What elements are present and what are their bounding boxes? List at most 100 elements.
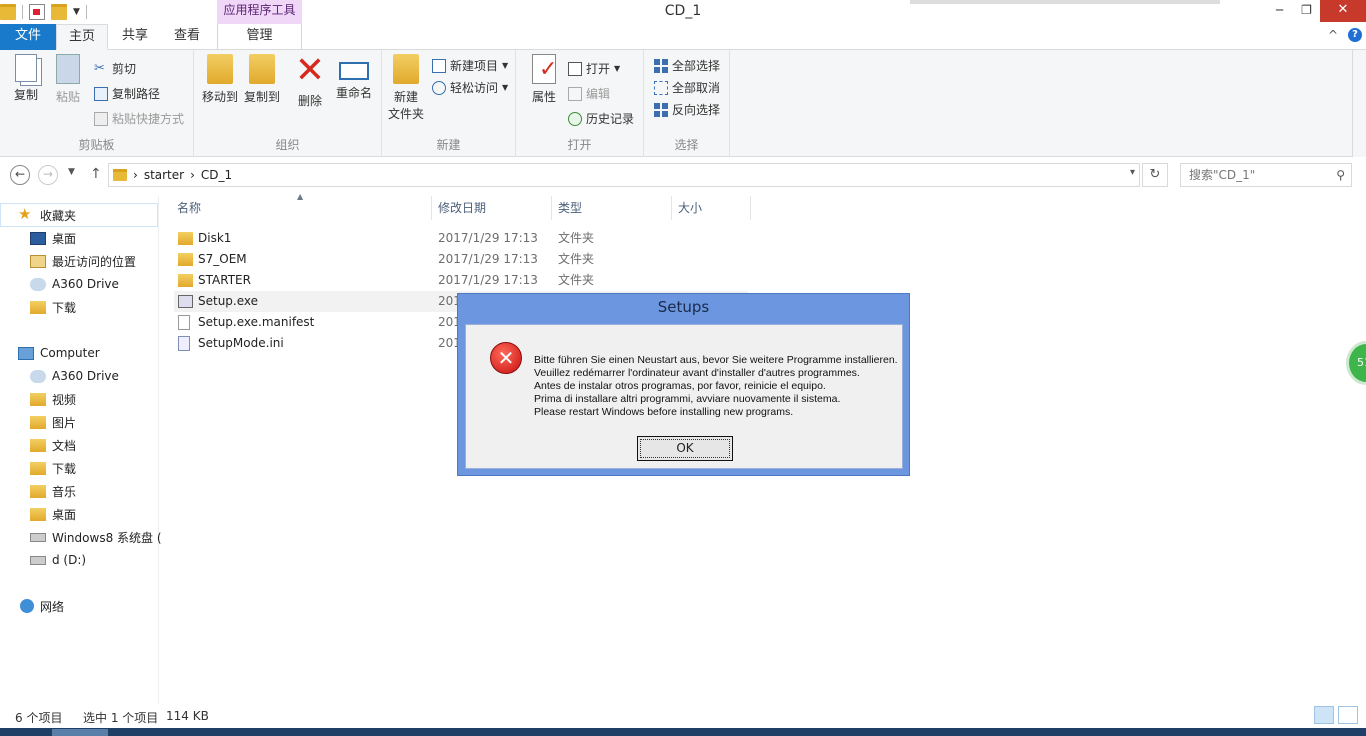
taskbar-item[interactable] xyxy=(52,729,108,736)
properties-button[interactable]: 属性 xyxy=(524,54,564,105)
table-row[interactable]: S7_OEM 2017/1/29 17:13 文件夹 xyxy=(174,249,748,270)
recent-locations-icon[interactable]: ▼ xyxy=(68,167,75,177)
move-to-icon xyxy=(207,54,233,84)
maximize-button[interactable]: ❐ xyxy=(1293,0,1320,22)
qat-separator xyxy=(22,5,23,19)
column-separator[interactable] xyxy=(431,196,432,220)
rename-button[interactable]: 重命名 xyxy=(332,54,376,101)
nav-computer-a360[interactable]: A360 Drive xyxy=(30,365,119,387)
nav-drive-d[interactable]: d (D:) xyxy=(30,549,86,571)
ribbon-tabs: 文件 主页 共享 查看 管理 xyxy=(0,24,1366,50)
new-folder-button[interactable]: 新建 文件夹 xyxy=(386,54,426,122)
column-header-type[interactable]: 类型 xyxy=(558,196,582,220)
tab-home[interactable]: 主页 xyxy=(56,24,108,50)
file-type: 文件夹 xyxy=(558,252,595,266)
nav-network[interactable]: 网络 xyxy=(20,595,64,617)
details-view-icon[interactable] xyxy=(1314,706,1334,724)
paste-shortcut-icon xyxy=(94,111,108,126)
move-to-button[interactable]: 移动到 xyxy=(200,54,240,105)
cut-button[interactable]: ✂ 剪切 xyxy=(94,60,136,77)
breadcrumb-separator[interactable]: › xyxy=(133,168,138,182)
address-dropdown-icon[interactable]: ▾ xyxy=(1130,167,1135,178)
qat-dropdown-icon[interactable]: ▼ xyxy=(73,7,80,17)
table-row[interactable]: Disk1 2017/1/29 17:13 文件夹 xyxy=(174,228,748,249)
nav-computer[interactable]: Computer xyxy=(18,342,100,364)
network-icon xyxy=(20,599,34,613)
up-arrow-icon[interactable]: ↑ xyxy=(90,166,102,182)
nav-videos[interactable]: 视频 xyxy=(30,388,76,410)
minimize-button[interactable]: ─ xyxy=(1266,0,1293,22)
select-none-button[interactable]: 全部取消 xyxy=(654,79,720,96)
column-separator[interactable] xyxy=(671,196,672,220)
computer-icon xyxy=(18,346,34,360)
message-line-it: Prima di installare altri programmi, avv… xyxy=(534,393,841,405)
floating-badge[interactable]: 51 xyxy=(1346,341,1366,385)
ok-button[interactable]: OK xyxy=(637,436,733,461)
file-name: Setup.exe xyxy=(198,294,259,308)
new-item-button[interactable]: 新建项目 ▼ xyxy=(432,57,508,74)
history-button[interactable]: 历史记录 xyxy=(568,110,634,127)
history-icon xyxy=(568,111,582,126)
message-line-de: Bitte führen Sie einen Neustart aus, bev… xyxy=(534,354,898,366)
nav-desktop[interactable]: 桌面 xyxy=(30,227,76,249)
search-input[interactable]: 搜索"CD_1" ⚲ xyxy=(1180,163,1352,187)
nav-documents[interactable]: 文档 xyxy=(30,434,76,456)
nav-recent-places[interactable]: 最近访问的位置 xyxy=(30,250,136,272)
breadcrumb-cd1[interactable]: CD_1 xyxy=(201,168,232,182)
sort-ascending-icon: ▲ xyxy=(297,192,304,201)
column-header-date[interactable]: 修改日期 xyxy=(438,196,486,220)
help-icon[interactable]: ? xyxy=(1348,28,1362,42)
tab-share[interactable]: 共享 xyxy=(112,24,158,50)
nav-downloads[interactable]: 下载 xyxy=(30,296,76,318)
nav-music[interactable]: 音乐 xyxy=(30,480,76,502)
copy-path-button[interactable]: 复制路径 xyxy=(94,85,160,102)
paste-shortcut-button[interactable]: 粘贴快捷方式 xyxy=(94,110,184,127)
nav-computer-downloads[interactable]: 下载 xyxy=(30,457,76,479)
group-select: 全部选择 全部取消 反向选择 选择 xyxy=(644,50,730,157)
search-icon[interactable]: ⚲ xyxy=(1336,164,1345,186)
breadcrumb-starter[interactable]: starter xyxy=(144,168,184,182)
back-button[interactable]: ← xyxy=(10,165,30,185)
tab-view[interactable]: 查看 xyxy=(164,24,210,50)
large-icons-view-icon[interactable] xyxy=(1338,706,1358,724)
nav-favorites[interactable]: ★ 收藏夹 xyxy=(18,204,76,226)
tab-file[interactable]: 文件 xyxy=(0,24,56,50)
copy-to-button[interactable]: 复制到 xyxy=(242,54,282,105)
nav-a360-drive[interactable]: A360 Drive xyxy=(30,273,119,295)
column-header-name[interactable]: 名称 xyxy=(177,196,201,220)
desktop-folder-icon xyxy=(30,507,46,521)
star-icon: ★ xyxy=(18,205,32,223)
collapse-ribbon-icon[interactable]: ^ xyxy=(1328,28,1338,42)
copy-to-label: 复制到 xyxy=(243,90,280,104)
nav-label: 下载 xyxy=(52,300,77,315)
delete-button[interactable]: ✕ 删除 xyxy=(292,53,328,109)
nav-label: d (D:) xyxy=(52,553,87,567)
column-separator[interactable] xyxy=(750,196,751,220)
close-button[interactable]: ✕ xyxy=(1320,0,1366,22)
open-button[interactable]: 打开 ▼ xyxy=(568,60,620,77)
nav-system-drive[interactable]: Windows8 系统盘 ( xyxy=(30,526,162,548)
column-separator[interactable] xyxy=(551,196,552,220)
refresh-button[interactable]: ↻ xyxy=(1142,163,1168,187)
nav-pictures[interactable]: 图片 xyxy=(30,411,76,433)
easy-access-button[interactable]: 轻松访问 ▼ xyxy=(432,79,508,96)
search-placeholder: 搜索"CD_1" xyxy=(1189,168,1256,182)
table-row[interactable]: STARTER 2017/1/29 17:13 文件夹 xyxy=(174,270,748,291)
tab-manage[interactable]: 管理 xyxy=(217,24,302,50)
edit-button[interactable]: 编辑 xyxy=(568,85,610,102)
nav-computer-desktop[interactable]: 桌面 xyxy=(30,503,76,525)
paste-button[interactable]: 粘贴 xyxy=(48,54,88,105)
address-bar[interactable]: › starter › CD_1 ▾ xyxy=(108,163,1140,187)
new-folder-icon[interactable] xyxy=(51,4,67,20)
invert-selection-button[interactable]: 反向选择 xyxy=(654,101,720,118)
properties-icon[interactable] xyxy=(29,4,45,20)
delete-label: 删除 xyxy=(297,94,322,108)
folder-icon[interactable] xyxy=(0,4,16,20)
forward-button[interactable]: → xyxy=(38,165,58,185)
copy-button[interactable]: 复制 xyxy=(6,54,46,103)
select-all-button[interactable]: 全部选择 xyxy=(654,57,720,74)
column-header-size[interactable]: 大小 xyxy=(678,196,702,220)
new-item-label: 新建项目 xyxy=(450,59,499,73)
breadcrumb-separator[interactable]: › xyxy=(190,168,195,182)
window-title: CD_1 xyxy=(664,3,702,19)
